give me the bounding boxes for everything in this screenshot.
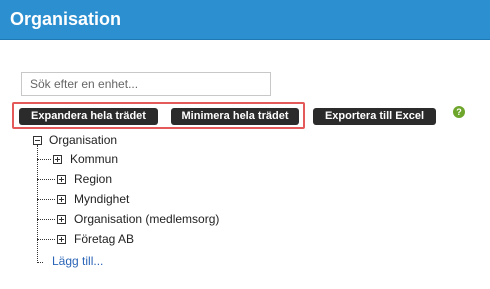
tree-node-kommun[interactable]: Kommun: [70, 152, 118, 166]
expand-toggle-icon[interactable]: [57, 175, 66, 184]
tree-connector-vertical: [37, 145, 38, 263]
tree-connector: [37, 262, 43, 263]
search-input[interactable]: [21, 72, 271, 96]
expand-toggle-icon[interactable]: [57, 195, 66, 204]
add-node-link[interactable]: Lägg till...: [52, 254, 103, 268]
tree-node-myndighet[interactable]: Myndighet: [74, 192, 129, 206]
expand-tree-button[interactable]: Expandera hela trädet: [19, 108, 158, 125]
help-icon[interactable]: ?: [453, 106, 465, 118]
collapse-toggle-icon[interactable]: [33, 136, 42, 145]
tree-connector: [37, 199, 55, 200]
tree-node-region[interactable]: Region: [74, 172, 112, 186]
tree-connector: [37, 159, 51, 160]
export-excel-button[interactable]: Exportera till Excel: [313, 108, 436, 125]
tree-node-organisation-medlemsorg[interactable]: Organisation (medlemsorg): [74, 212, 219, 226]
collapse-tree-button[interactable]: Minimera hela trädet: [171, 108, 299, 125]
tree-connector: [37, 179, 55, 180]
tree-node-root[interactable]: Organisation: [49, 133, 117, 147]
tree-connector: [37, 239, 55, 240]
expand-toggle-icon[interactable]: [57, 215, 66, 224]
expand-toggle-icon[interactable]: [57, 235, 66, 244]
tree-connector: [37, 219, 55, 220]
tree-node-foretag-ab[interactable]: Företag AB: [74, 232, 134, 246]
expand-toggle-icon[interactable]: [53, 155, 62, 164]
page-title: Organisation: [10, 9, 122, 29]
page-header: Organisation: [0, 0, 490, 40]
